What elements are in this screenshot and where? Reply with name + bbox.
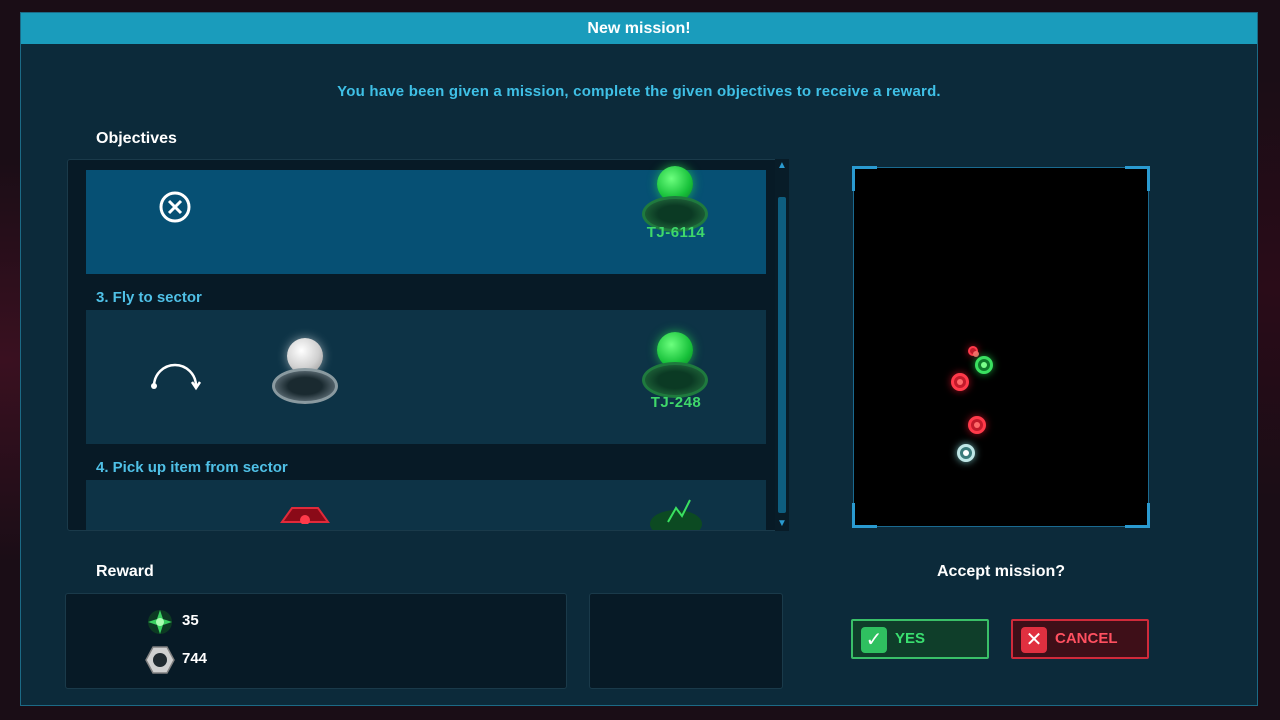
objective-row-selected[interactable]: TJ-6114 xyxy=(86,166,766,274)
target-sector-name: TJ-248 xyxy=(650,394,702,411)
accept-mission-question: Accept mission? xyxy=(936,563,1066,580)
reward-xp-value: 35 xyxy=(182,612,199,629)
objective-row-pickup[interactable] xyxy=(86,480,766,530)
close-icon: ✕ xyxy=(1021,627,1047,653)
reward-heading: Reward xyxy=(96,563,154,580)
yes-label: YES xyxy=(895,630,926,647)
frame-corner xyxy=(1125,503,1150,528)
cancel-button[interactable]: ✕ CANCEL xyxy=(1011,619,1149,659)
objectives-heading: Objectives xyxy=(96,130,177,147)
reward-item-slot xyxy=(589,593,783,689)
origin-sector-icon xyxy=(266,338,346,428)
map-sector-red-node xyxy=(951,373,969,391)
origin-ring xyxy=(272,368,338,404)
mission-dialog: New mission! You have been given a missi… xyxy=(20,12,1258,706)
sector-name: TJ-6114 xyxy=(646,224,706,241)
scroll-up-arrow-icon[interactable]: ▲ xyxy=(777,161,787,171)
xp-star-icon xyxy=(148,610,172,634)
objectives-scrollbar[interactable]: ▲ ▼ xyxy=(775,159,789,531)
hex-nut-icon xyxy=(145,646,175,674)
cancel-label: CANCEL xyxy=(1055,630,1118,647)
mission-intro-text: You have been given a mission, complete … xyxy=(337,83,941,100)
mission-minimap[interactable] xyxy=(852,166,1150,528)
dialog-title: New mission! xyxy=(21,13,1257,44)
green-energy-icon xyxy=(650,499,702,530)
target-ring xyxy=(642,362,708,398)
scroll-thumb[interactable] xyxy=(778,197,786,513)
map-sector-red-node xyxy=(968,416,986,434)
frame-corner xyxy=(852,166,877,191)
objective-row-fly[interactable]: TJ-248 xyxy=(86,310,766,444)
frame-corner xyxy=(852,503,877,528)
pickup-item-icon xyxy=(280,507,330,524)
objective-label: 3. Fly to sector xyxy=(96,289,202,306)
objectives-list[interactable]: TJ-6114 3. Fly to sector TJ-248 4. Pick … xyxy=(67,159,789,531)
map-sector-current-node xyxy=(957,444,975,462)
cancel-x-icon xyxy=(159,191,191,223)
sector-marker-icon: TJ-6114 xyxy=(636,166,716,256)
reward-credits-value: 744 xyxy=(182,650,208,667)
reward-panel: 35 744 xyxy=(65,593,567,689)
yes-button[interactable]: ✓ YES xyxy=(851,619,989,659)
target-sector-icon: TJ-248 xyxy=(636,332,716,422)
jump-arc-icon xyxy=(151,363,202,391)
frame-corner xyxy=(1125,166,1150,191)
checkmark-icon: ✓ xyxy=(861,627,887,653)
map-sector-green-node xyxy=(975,356,993,374)
scroll-down-arrow-icon[interactable]: ▼ xyxy=(777,519,787,529)
map-sector-red-node xyxy=(968,346,979,357)
objective-label: 4. Pick up item from sector xyxy=(96,459,288,476)
